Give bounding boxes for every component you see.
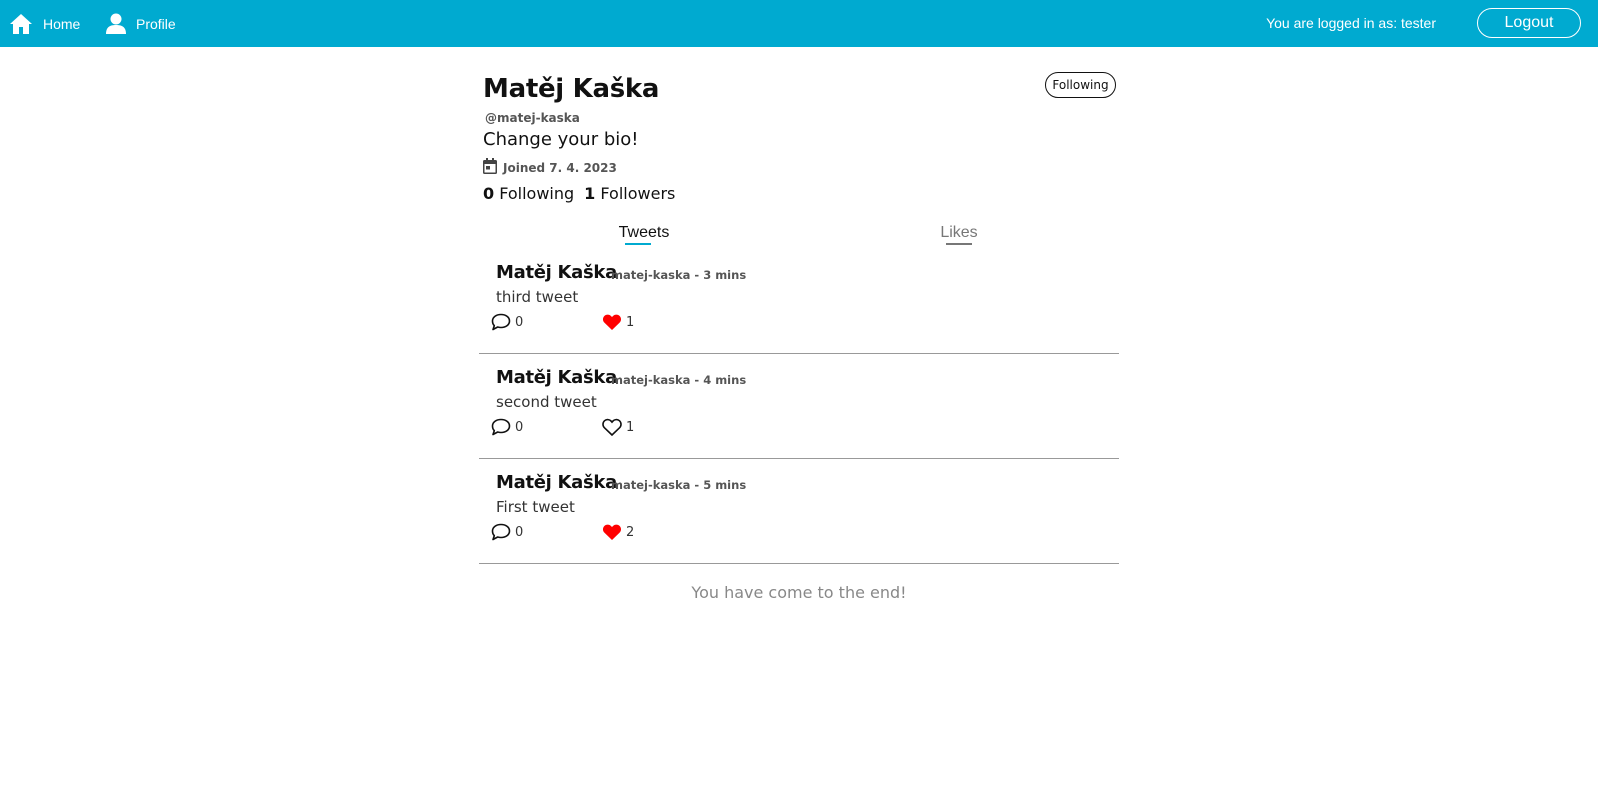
tweet-author[interactable]: Matěj Kaška (496, 262, 617, 283)
tweet-author[interactable]: Matěj Kaška (496, 367, 617, 388)
heart-icon (602, 313, 626, 331)
tweet-text: second tweet (496, 393, 597, 411)
tweet-card[interactable]: Matěj Kaška matej-kaska - 4 mins second tw… (479, 354, 1119, 459)
nav-home-label: Home (43, 15, 81, 32)
comment-count: 0 (515, 314, 524, 330)
comment-icon (491, 313, 515, 331)
user-icon (106, 13, 126, 35)
tweet-card[interactable]: Matěj Kaška matej-kaska - 5 mins First twe… (479, 459, 1119, 564)
like-count: 1 (626, 314, 635, 330)
comment-count: 0 (515, 524, 524, 540)
tweet-meta: matej-kaska - 3 mins (611, 268, 747, 282)
tab-tweets[interactable]: Tweets (614, 224, 674, 242)
joined-date: Joined 7. 4. 2023 (483, 158, 617, 177)
comment-button[interactable]: 0 (491, 523, 523, 541)
comment-button[interactable]: 0 (491, 313, 523, 331)
comment-icon (491, 418, 515, 436)
tab-likes-indicator (946, 243, 972, 245)
tab-tweets-indicator (625, 243, 651, 245)
like-button[interactable]: 1 (602, 418, 634, 436)
tweet-text: third tweet (496, 288, 579, 306)
tweet-author[interactable]: Matěj Kaška (496, 472, 617, 493)
home-icon (9, 13, 33, 35)
tweet-meta: matej-kaska - 5 mins (611, 478, 747, 492)
tweet-card[interactable]: Matěj Kaška matej-kaska - 3 mins third twe… (479, 249, 1119, 354)
end-of-feed-message: You have come to the end! (691, 583, 907, 602)
following-stat[interactable]: 0 Following (483, 184, 574, 203)
logged-in-status: You are logged in as: tester (1266, 15, 1436, 31)
tweet-text: First tweet (496, 498, 575, 516)
comment-icon (491, 523, 515, 541)
followers-count: 1 (584, 184, 596, 203)
comment-button[interactable]: 0 (491, 418, 523, 436)
like-button[interactable]: 1 (602, 313, 634, 331)
followers-label: Followers (600, 184, 676, 203)
tab-likes[interactable]: Likes (939, 224, 979, 242)
like-count: 2 (626, 524, 635, 540)
logout-button[interactable]: Logout (1477, 8, 1581, 38)
like-button[interactable]: 2 (602, 523, 634, 541)
followers-stat[interactable]: 1 Followers (584, 184, 675, 203)
comment-count: 0 (515, 419, 524, 435)
nav-profile-link[interactable]: Profile (106, 0, 176, 47)
top-navbar: Home Profile You are logged in as: teste… (0, 0, 1598, 47)
profile-bio: Change your bio! (483, 129, 639, 150)
follow-stats: 0 Following 1 Followers (483, 184, 685, 203)
profile-handle: @matej-kaska (485, 111, 580, 125)
like-count: 1 (626, 419, 635, 435)
following-button[interactable]: Following (1045, 72, 1116, 98)
nav-home-link[interactable]: Home (9, 0, 80, 47)
nav-profile-label: Profile (136, 15, 176, 32)
following-label: Following (499, 184, 575, 203)
heart-icon (602, 418, 626, 436)
joined-text: Joined 7. 4. 2023 (503, 160, 617, 175)
profile-name: Matěj Kaška (483, 74, 660, 104)
following-count: 0 (483, 184, 495, 203)
tweet-meta: matej-kaska - 4 mins (611, 373, 747, 387)
calendar-icon (483, 158, 503, 177)
heart-icon (602, 523, 626, 541)
